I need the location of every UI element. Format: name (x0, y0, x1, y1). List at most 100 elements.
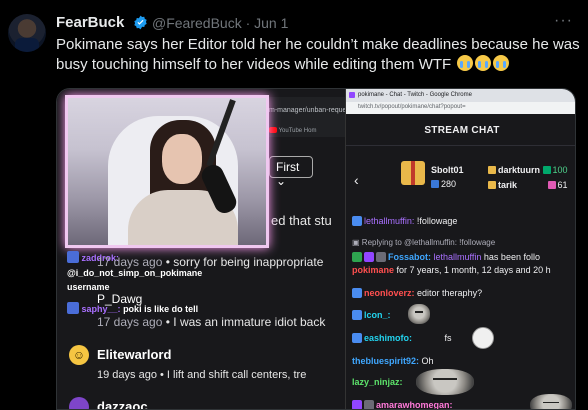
badge-icon (352, 216, 362, 226)
gift-leaderboard-icon (401, 161, 425, 185)
overlay-chat-text: poki is like do tell (123, 304, 199, 314)
stream-chat-header: STREAM CHAT (424, 125, 500, 136)
reply-icon: ▣ (352, 238, 360, 247)
leader-value: 61 (557, 180, 568, 190)
webcam-overlay (65, 95, 269, 248)
twitch-chat-window: pokimane - Chat - Twitch - Google Chrome… (345, 89, 575, 409)
chat-user[interactable]: lcon_: (364, 310, 391, 320)
gift-icon (542, 166, 551, 174)
divider (346, 145, 575, 146)
chat-text: has been follo (483, 252, 540, 262)
crying-face-emoji-icon (475, 55, 492, 71)
chat-user[interactable]: neonloverz: (364, 288, 415, 298)
leader-value: 100 (552, 165, 568, 175)
leader-name: Sbolt01 (431, 165, 464, 175)
chat-text: Oh (421, 356, 434, 366)
chat-user[interactable]: lazy_ninjaz: (352, 377, 403, 387)
gift-icon (547, 181, 556, 189)
commenter-avatar[interactable]: ☺ (69, 345, 89, 365)
crying-face-emoji-icon (493, 55, 510, 71)
badge-icon (352, 333, 362, 343)
browser-pane: m-manager/unban-reque YouTube Hom First … (57, 89, 346, 409)
comment-meta: 19 days ago • I lift and shift call cent… (97, 369, 306, 381)
comment-meta: 17 days ago • I was an immature idiot ba… (97, 315, 325, 329)
bits-icon (431, 180, 439, 188)
comment-meta: 17 days ago • sorry for being inappropri… (97, 255, 323, 269)
badge-icon (67, 302, 79, 314)
chat-mention[interactable]: lethallmuffin (434, 252, 482, 262)
leaderboard-entry: Sbolt01 (431, 165, 464, 175)
commenter-name[interactable]: dazzaoc (97, 399, 148, 409)
author-display-name[interactable]: FearBuck (56, 14, 124, 31)
sort-dropdown: First ⌄ (269, 156, 313, 188)
leader-value: 280 (441, 179, 457, 189)
crying-face-emoji-icon (457, 55, 474, 71)
leader-name: tarik (498, 180, 518, 190)
chat-emote (408, 304, 430, 324)
chat-text: fs (444, 333, 452, 343)
chat-user[interactable]: eashimofo: (364, 333, 412, 343)
comment-text: sorry for being inappropriate (173, 255, 324, 269)
comment-time: 17 days ago (97, 255, 163, 269)
author-handle-and-date[interactable]: @FearedBuck · Jun 1 (152, 15, 288, 31)
chat-user[interactable]: pokimane (352, 265, 394, 275)
reply-text: Replying to @lethallmuffin: !followage (361, 238, 496, 247)
overlay-chat-user: saphy__: (81, 304, 121, 314)
comment-text: I was an immature idiot back (173, 315, 326, 329)
chat-text: editor theraphy? (417, 288, 483, 298)
chevron-down-icon: ⌄ (276, 174, 287, 188)
chat-message: lazy_ninjaz: (352, 377, 403, 387)
badge-icon (352, 310, 362, 320)
chat-emote (472, 327, 494, 349)
tweet-media-image[interactable]: m-manager/unban-reque YouTube Hom First … (56, 88, 576, 410)
back-arrow-icon[interactable]: ‹ (354, 172, 359, 188)
chat-message-continued: pokimane for 7 years, 1 month, 12 days a… (352, 265, 551, 275)
chat-user[interactable]: lethallmuffin: (364, 216, 414, 226)
commenter-avatar[interactable] (69, 397, 89, 409)
separator: • (160, 369, 164, 381)
chat-emote (416, 369, 474, 395)
chat-emote (530, 394, 572, 409)
leader-name: darktuurn (498, 165, 541, 175)
verified-badge-icon (134, 15, 147, 30)
leaderboard-entry: tarik 61 (488, 180, 568, 190)
leaderboard-entry: darktuurn 100 (488, 165, 568, 175)
chat-reply-context: ▣ Replying to @lethallmuffin: !followage (352, 238, 495, 247)
comment-text: I lift and shift call centers, tre (166, 369, 307, 381)
chat-message: neonloverz: editor theraphy? (352, 288, 482, 298)
comment-user-partial: username (67, 282, 110, 292)
bookmarks-bar: YouTube Hom (269, 127, 316, 134)
author-avatar[interactable] (8, 14, 46, 52)
chat-message: lethallmuffin: !followage (352, 216, 457, 226)
separator: • (165, 255, 170, 269)
chat-message: Fossabot: lethallmuffin has been follo (352, 252, 540, 262)
chat-user[interactable]: thebluespirit92: (352, 356, 419, 366)
tweet-text: Pokimane says her Editor told her he cou… (56, 35, 582, 75)
comment-time: 17 days ago (97, 315, 163, 329)
streamer-face (162, 134, 202, 184)
chrome-title-bar: pokimane - Chat - Twitch - Google Chrome (346, 89, 575, 102)
chat-message: eashimofo: fs (352, 333, 452, 343)
badge-icon (352, 288, 362, 298)
overlay-chat-mention: @i_do_not_simp_on_pokimane (67, 268, 203, 278)
sort-label: First (276, 160, 300, 174)
badge-icon (67, 251, 79, 263)
leaderboard-entry: 280 (431, 179, 456, 189)
gift-icon (488, 166, 496, 174)
chat-message: amarawhomegan: (352, 400, 453, 409)
chat-message: thebluespirit92: Oh (352, 356, 434, 366)
commenter-name[interactable]: Elitewarlord (97, 347, 171, 362)
chat-text: for 7 years, 1 month, 12 days and 20 h (396, 265, 551, 275)
comment-text-partial: ed that stu (271, 213, 332, 228)
overlay-chat-line: saphy__: poki is like do tell (67, 302, 198, 314)
chat-user[interactable]: Fossabot: (388, 252, 431, 262)
chat-user[interactable]: amarawhomegan: (376, 400, 453, 409)
badge-icon (376, 252, 386, 262)
more-options-icon[interactable]: ··· (554, 12, 573, 30)
youtube-icon (269, 127, 277, 133)
chat-message: lcon_: (352, 310, 391, 320)
badge-icon (364, 252, 374, 262)
chat-text: !followage (416, 216, 458, 226)
bookmarks-text: YouTube Hom (278, 128, 317, 134)
badge-icon (364, 400, 374, 409)
